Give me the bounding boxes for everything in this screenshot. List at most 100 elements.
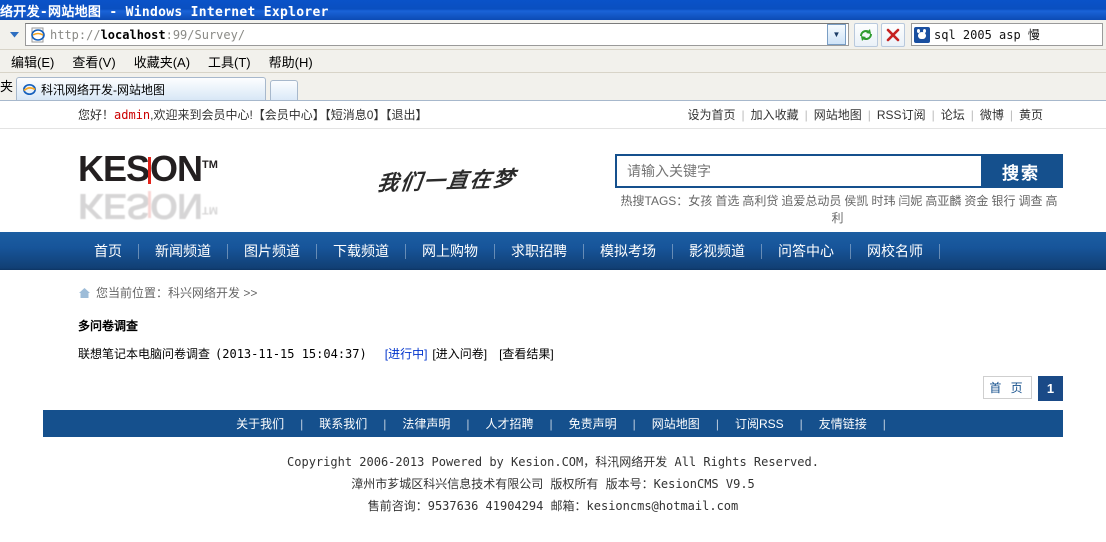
address-dropdown-icon[interactable]: ▼ xyxy=(827,24,846,45)
divider xyxy=(939,243,940,259)
breadcrumb: 您当前位置：科兴网络开发 >> xyxy=(0,270,1106,301)
hot-tag[interactable]: 闫妮 xyxy=(898,194,922,208)
footer-link-sitemap[interactable]: 网站地图 xyxy=(636,415,716,432)
hot-tag[interactable]: 银行 xyxy=(991,194,1015,208)
footer-link-disclaimer[interactable]: 免责声明 xyxy=(553,415,633,432)
survey-enter-link[interactable]: [进入问卷] xyxy=(432,345,487,362)
divider: | xyxy=(882,416,886,431)
browser-tab-bar: 夹 科汛网络开发-网站地图 xyxy=(0,73,1106,101)
baidu-paw-icon xyxy=(914,26,930,43)
tab-title: 科汛网络开发-网站地图 xyxy=(41,82,166,97)
site-header: KESONTM KESONTM 我们一直在梦 搜索 热搜TAGS：女孩首选高利贷… xyxy=(0,129,1106,232)
address-input[interactable]: http://localhost:99/Survey/ ▼ xyxy=(25,23,849,46)
nav-item-qa[interactable]: 问答中心 xyxy=(762,243,850,259)
username: admin xyxy=(114,108,151,122)
survey-name[interactable]: 联想笔记本电脑问卷调查 xyxy=(78,345,210,362)
copyright-line-2: 漳州市芗城区科兴信息技术有限公司 版权所有 版本号：KesionCMS V9.5 xyxy=(351,477,755,491)
browser-address-bar: http://localhost:99/Survey/ ▼ sql 2005 a… xyxy=(0,20,1106,50)
section-title: 多问卷调查 xyxy=(78,319,139,333)
footer-link-legal[interactable]: 法律声明 xyxy=(386,415,466,432)
back-dropdown-icon[interactable] xyxy=(3,24,25,46)
link-sitemap[interactable]: 网站地图 xyxy=(808,106,868,123)
search-button[interactable]: 搜索 xyxy=(981,156,1061,186)
menu-item-favorites[interactable]: 收藏夹(A) xyxy=(125,50,199,73)
browser-title-bar: 络开发-网站地图 - Windows Internet Explorer xyxy=(0,0,1106,20)
pagination-first-page[interactable]: 首 页 xyxy=(983,376,1032,399)
menu-item-view[interactable]: 查看(V) xyxy=(63,50,124,73)
footer-link-friends[interactable]: 友情链接 xyxy=(803,415,883,432)
refresh-icon[interactable] xyxy=(854,22,878,47)
window-title: 络开发-网站地图 - Windows Internet Explorer xyxy=(0,4,329,20)
nav-item-video[interactable]: 影视频道 xyxy=(673,243,761,259)
link-yellowpages[interactable]: 黄页 xyxy=(1013,106,1049,123)
survey-status-badge: [进行中] xyxy=(384,347,428,361)
hot-tag[interactable]: 调查 xyxy=(1018,194,1042,208)
address-url: http://localhost:99/Survey/ xyxy=(50,27,246,42)
nav-item-photos[interactable]: 图片频道 xyxy=(228,243,316,259)
search-input[interactable] xyxy=(617,156,981,186)
nav-item-jobs[interactable]: 求职招聘 xyxy=(495,243,583,259)
main-navigation: 首页 新闻频道 图片频道 下载频道 网上购物 求职招聘 模拟考场 影视频道 问答… xyxy=(0,232,1106,270)
favorites-bar-stub: 夹 xyxy=(0,79,14,94)
link-weibo[interactable]: 微博 xyxy=(974,106,1010,123)
hot-tags-label: 热搜TAGS： xyxy=(620,194,689,208)
site-slogan: 我们一直在梦 xyxy=(376,165,518,196)
footer-link-about[interactable]: 关于我们 xyxy=(220,415,300,432)
link-rss[interactable]: RSS订阅 xyxy=(871,106,932,123)
browser-search-value: sql 2005 asp 慢 xyxy=(934,28,1040,42)
link-forum[interactable]: 论坛 xyxy=(935,106,971,123)
nav-item-teachers[interactable]: 网校名师 xyxy=(851,243,939,259)
hot-tag[interactable]: 女孩 xyxy=(688,194,712,208)
main-content: 多问卷调查 联想笔记本电脑问卷调查 (2013-11-15 15:04:37) … xyxy=(0,301,1106,401)
logo-kes: KES xyxy=(78,148,150,189)
nav-item-home[interactable]: 首页 xyxy=(78,243,138,259)
page-content: 您好！admin,欢迎来到会员中心!【会员中心】【短消息0】【退出】 设为首页 |… xyxy=(0,101,1106,517)
survey-date: (2013-11-15 15:04:37) xyxy=(215,347,367,361)
welcome-message: 您好！admin,欢迎来到会员中心!【会员中心】【短消息0】【退出】 xyxy=(78,106,428,123)
copyright-block: Copyright 2006-2013 Powered by Kesion.CO… xyxy=(0,451,1106,517)
link-add-favorite[interactable]: 加入收藏 xyxy=(745,106,805,123)
nav-item-shop[interactable]: 网上购物 xyxy=(406,243,494,259)
logo-reflection: KESONTM xyxy=(78,186,218,227)
copyright-line-1: Copyright 2006-2013 Powered by Kesion.CO… xyxy=(287,455,819,469)
hot-tag[interactable]: 资金 xyxy=(964,194,988,208)
footer-link-contact[interactable]: 联系我们 xyxy=(303,415,383,432)
footer-link-rss[interactable]: 订阅RSS xyxy=(719,415,800,432)
menu-item-edit[interactable]: 编辑(E) xyxy=(2,50,63,73)
copyright-line-3: 售前咨询：9537636 41904294 邮箱：kesioncms@hotma… xyxy=(367,499,739,513)
nav-item-news[interactable]: 新闻频道 xyxy=(139,243,227,259)
hot-tag[interactable]: 侯凯 xyxy=(844,194,868,208)
welcome-suffix: ,欢迎来到会员中心!【会员中心】【短消息0】【退出】 xyxy=(150,108,428,122)
nav-item-downloads[interactable]: 下载频道 xyxy=(317,243,405,259)
hot-tag[interactable]: 追爱总动员 xyxy=(781,194,841,208)
hot-search-tags: 热搜TAGS：女孩 首选 高利贷 追爱总动员 侯凯 时玮 闫妮 高亚麟 资金 银行 调查 高利 xyxy=(615,193,1063,227)
hot-tag[interactable]: 首选 xyxy=(715,194,739,208)
member-topbar: 您好！admin,欢迎来到会员中心!【会员中心】【短消息0】【退出】 设为首页 |… xyxy=(0,101,1106,129)
site-logo[interactable]: KESONTM KESONTM xyxy=(78,151,268,228)
breadcrumb-text: 您当前位置：科兴网络开发 >> xyxy=(96,286,258,300)
menu-item-tools[interactable]: 工具(T) xyxy=(199,50,260,73)
browser-tab[interactable]: 科汛网络开发-网站地图 xyxy=(16,77,267,100)
browser-search-box[interactable]: sql 2005 asp 慢 xyxy=(911,23,1103,46)
survey-results-link[interactable]: [查看结果] xyxy=(499,345,554,362)
new-tab-button[interactable] xyxy=(270,80,299,100)
pagination: 首 页 1 xyxy=(78,376,1106,401)
footer-navigation: 关于我们 | 联系我们 | 法律声明 | 人才招聘 | 免责声明 | 网站地图 | 订阅RS… xyxy=(43,410,1063,437)
logo-on: ON xyxy=(150,148,203,189)
survey-row: 联想笔记本电脑问卷调查 (2013-11-15 15:04:37) [进行中] … xyxy=(78,345,1106,362)
hot-tag[interactable]: 高利贷 xyxy=(742,194,778,208)
search-box: 搜索 xyxy=(615,154,1063,188)
footer-link-jobs[interactable]: 人才招聘 xyxy=(470,415,550,432)
utility-links: 设为首页 | 加入收藏 | 网站地图 | RSS订阅 | 论坛 | 微博 | 黄页 xyxy=(681,106,1049,123)
pagination-page-1[interactable]: 1 xyxy=(1038,376,1063,401)
welcome-prefix: 您好！ xyxy=(78,108,115,122)
hot-tag[interactable]: 高亚麟 xyxy=(925,194,961,208)
home-icon xyxy=(78,287,91,299)
hot-tag[interactable]: 时玮 xyxy=(871,194,895,208)
menu-item-help[interactable]: 帮助(H) xyxy=(260,50,322,73)
logo-tm-mark: TM xyxy=(202,159,218,171)
link-set-homepage[interactable]: 设为首页 xyxy=(681,106,741,123)
nav-item-exam[interactable]: 模拟考场 xyxy=(584,243,672,259)
stop-icon[interactable] xyxy=(881,22,905,47)
logo-wordmark: KESONTM xyxy=(78,151,218,187)
